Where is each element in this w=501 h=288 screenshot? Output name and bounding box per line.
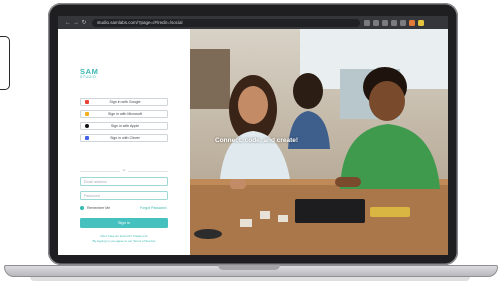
reload-icon[interactable]: ↻ — [80, 19, 88, 26]
back-icon[interactable]: ← — [64, 20, 72, 26]
sign-in-button[interactable]: Sign in — [80, 218, 168, 228]
extension-icon[interactable] — [409, 19, 415, 26]
remember-me-toggle[interactable]: Remember Me — [80, 206, 110, 210]
laptop-notch — [218, 265, 280, 270]
extension-icon[interactable] — [382, 19, 388, 26]
password-field[interactable]: Password — [80, 191, 168, 200]
button-label: Sign in with Clever — [110, 136, 140, 140]
email-field[interactable]: Email address — [80, 177, 168, 186]
extension-icon[interactable] — [391, 19, 397, 26]
remember-label: Remember Me — [87, 206, 111, 210]
tablet-edge — [0, 36, 10, 90]
login-panel: SAM STUDIO Sign in with Google Sign in w… — [58, 29, 190, 255]
google-signin-button[interactable]: Sign in with Google — [80, 98, 168, 106]
extension-icon[interactable] — [364, 19, 370, 26]
button-label: Sign in with Apple — [110, 124, 140, 128]
url-text: studio.samlabs.com/?page=/#/redir=/socia… — [97, 20, 183, 25]
address-bar[interactable]: studio.samlabs.com/?page=/#/redir=/socia… — [92, 18, 360, 27]
sam-studio-logo: SAM STUDIO — [80, 67, 98, 79]
logo-subtext: STUDIO — [80, 75, 97, 79]
extension-icon[interactable] — [373, 19, 379, 26]
create-account-link[interactable]: Don't have an account? Create one — [80, 234, 168, 238]
remember-checkbox-icon — [80, 206, 84, 210]
laptop-shadow — [30, 277, 470, 281]
button-label: Sign in with Google — [109, 100, 141, 104]
forward-icon[interactable]: → — [72, 20, 80, 26]
apple-signin-button[interactable]: Sign in with Apple — [80, 122, 168, 130]
extension-icons — [364, 19, 424, 26]
clever-signin-button[interactable]: Sign in with Clever — [80, 134, 168, 142]
or-label: or — [120, 168, 128, 172]
microsoft-signin-button[interactable]: Sign in with Microsoft — [80, 110, 168, 118]
forgot-password-link[interactable]: Forgot Password — [140, 206, 166, 210]
extension-icon[interactable] — [400, 19, 406, 26]
laptop-screen: ← → ↻ studio.samlabs.com/?page=/#/redir=… — [58, 16, 448, 255]
browser-toolbar: ← → ↻ studio.samlabs.com/?page=/#/redir=… — [58, 16, 448, 29]
button-label: Sign in with Microsoft — [108, 112, 142, 116]
profile-icon[interactable] — [418, 19, 424, 26]
hero-tagline: Connect, code, and create! — [215, 137, 299, 144]
terms-text: By signing in you agree to our Terms of … — [92, 239, 156, 243]
